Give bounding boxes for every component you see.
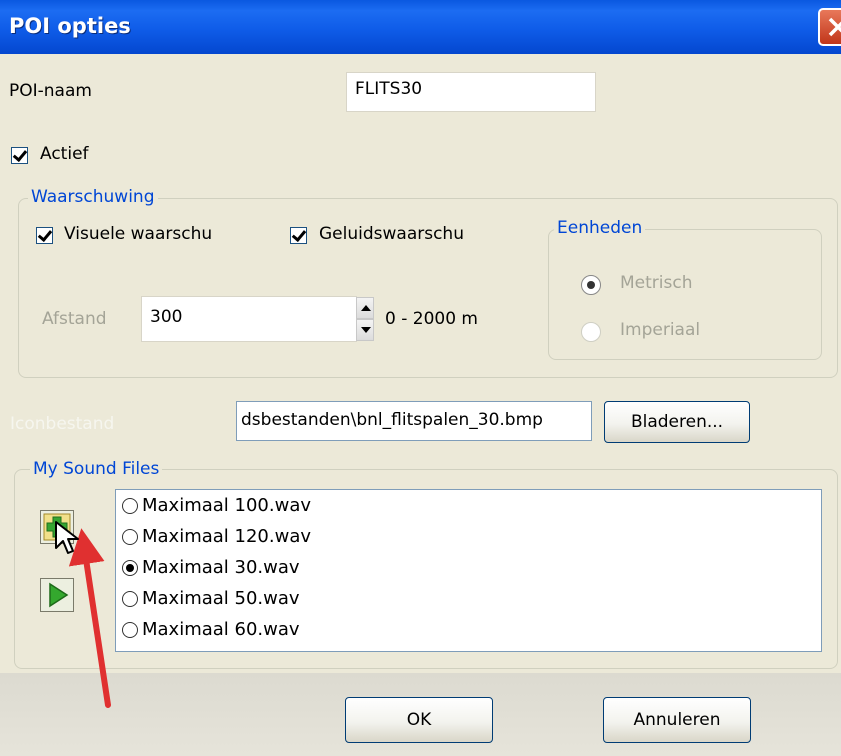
list-item-label: Maximaal 100.wav (142, 495, 312, 516)
poi-name-label: POI-naam (9, 81, 92, 101)
imperial-label: Imperiaal (620, 320, 701, 340)
list-radio[interactable] (122, 622, 138, 638)
distance-input[interactable]: 300 (141, 296, 357, 342)
actief-checkbox[interactable] (11, 147, 28, 164)
list-item-label: Maximaal 120.wav (142, 526, 312, 547)
distance-label: Afstand (42, 309, 107, 329)
visual-warning-checkbox[interactable] (36, 227, 53, 244)
actief-label: Actief (40, 144, 89, 164)
spin-down-icon[interactable] (356, 319, 374, 341)
list-item-label: Maximaal 60.wav (142, 619, 300, 640)
radio-dot (126, 564, 134, 572)
sound-warning-label: Geluidswaarschu (319, 224, 464, 244)
metric-label: Metrisch (620, 273, 693, 293)
play-icon (49, 582, 69, 608)
spin-up-icon[interactable] (356, 297, 374, 319)
list-item-label: Maximaal 50.wav (142, 588, 300, 609)
warning-legend: Waarschuwing (28, 187, 158, 207)
list-radio[interactable] (122, 529, 138, 545)
icon-file-label: Iconbestand (10, 414, 115, 434)
title-bar: POI opties (0, 0, 841, 54)
poi-name-field[interactable]: FLITS30 (346, 72, 596, 112)
list-radio[interactable] (122, 498, 138, 514)
poi-options-dialog: POI opties POI-naam FLITS30 Actief Waars… (0, 0, 841, 756)
play-sound-button[interactable] (40, 578, 74, 612)
list-radio[interactable] (122, 591, 138, 607)
sound-files-legend: My Sound Files (30, 459, 163, 479)
ok-button[interactable]: OK (345, 697, 493, 743)
imperial-radio[interactable] (581, 322, 601, 342)
units-legend: Eenheden (554, 218, 646, 238)
mouse-cursor-icon (55, 521, 79, 554)
sound-warning-checkbox[interactable] (290, 227, 307, 244)
distance-range: 0 - 2000 m (385, 309, 478, 329)
list-item-label: Maximaal 30.wav (142, 557, 300, 578)
sound-file-list[interactable]: Maximaal 100.wav Maximaal 120.wav Maxima… (115, 489, 822, 652)
icon-file-field[interactable]: dsbestanden\bnl_flitspalen_30.bmp (236, 401, 592, 441)
cancel-button[interactable]: Annuleren (603, 697, 751, 743)
browse-button[interactable]: Bladeren... (604, 401, 750, 443)
close-icon (828, 17, 841, 37)
list-radio[interactable] (122, 560, 138, 576)
metric-radio[interactable] (581, 275, 601, 295)
close-button[interactable] (818, 8, 841, 46)
visual-warning-label: Visuele waarschu (64, 224, 213, 244)
distance-spinner[interactable] (356, 297, 374, 341)
radio-dot (587, 281, 595, 289)
window-title: POI opties (9, 14, 131, 38)
